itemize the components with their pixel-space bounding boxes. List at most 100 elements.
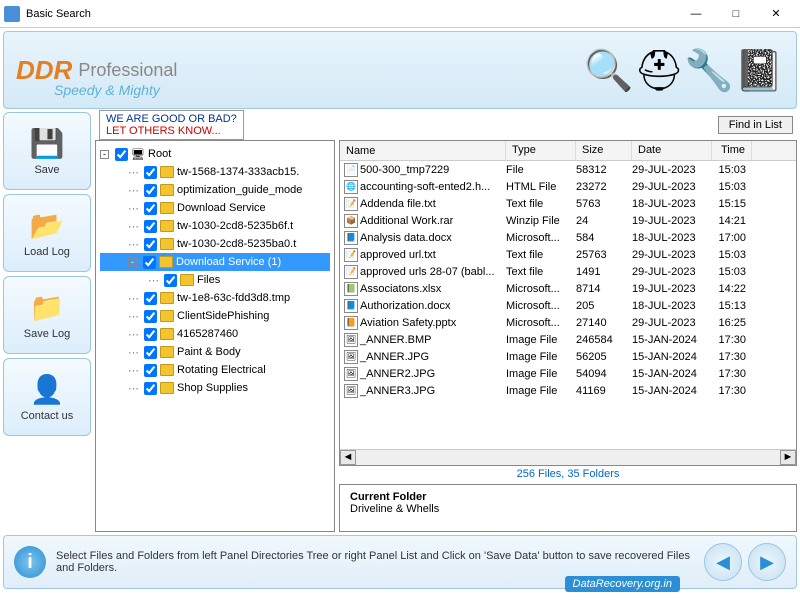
col-type[interactable]: Type	[506, 141, 576, 160]
scroll-left-icon[interactable]: ◄	[340, 450, 356, 465]
folder-icon	[160, 346, 174, 358]
file-size: 41169	[576, 385, 632, 397]
current-folder-heading: Current Folder	[350, 491, 786, 503]
feedback-banner[interactable]: WE ARE GOOD OR BAD? LET OTHERS KNOW...	[99, 110, 244, 140]
tree-item-label: Shop Supplies	[177, 382, 248, 394]
file-row[interactable]: 📙Aviation Safety.pptxMicrosoft...2714029…	[340, 314, 796, 331]
file-row[interactable]: 🖼_ANNER2.JPGImage File5409415-JAN-202417…	[340, 365, 796, 382]
tree-item[interactable]: ⋯tw-1030-2cd8-5235ba0.t	[100, 235, 330, 253]
scroll-right-icon[interactable]: ►	[780, 450, 796, 465]
col-name[interactable]: Name	[340, 141, 506, 160]
file-type: Image File	[506, 351, 576, 363]
file-icon: 🖼	[344, 384, 358, 398]
tree-checkbox[interactable]	[144, 292, 157, 305]
next-button[interactable]: ▶	[748, 543, 786, 581]
file-row[interactable]: 📝Addenda file.txtText file576318-JUL-202…	[340, 195, 796, 212]
tree-item[interactable]: ⋯tw-1568-1374-333acb15.	[100, 163, 330, 181]
file-row[interactable]: 🌐accounting-soft-ented2.h...HTML File232…	[340, 178, 796, 195]
tree-item[interactable]: ⋯tw-1030-2cd8-5235b6f.t	[100, 217, 330, 235]
file-size: 58312	[576, 164, 632, 176]
tree-line: ⋯	[128, 220, 139, 233]
file-row[interactable]: 📗Associatons.xlsxMicrosoft...871419-JUL-…	[340, 280, 796, 297]
expand-icon[interactable]: -	[100, 150, 109, 159]
tree-item[interactable]: ⋯ Rotating Electrical	[100, 361, 330, 379]
tree-checkbox[interactable]	[144, 202, 157, 215]
tree-item[interactable]: ⋯Paint & Body	[100, 343, 330, 361]
file-icon: 🖼	[344, 333, 358, 347]
tree-item[interactable]: ⋯Shop Supplies	[100, 379, 330, 397]
brand-tagline: Speedy & Mighty	[54, 82, 160, 98]
tree-item-label: tw-1030-2cd8-5235ba0.t	[177, 238, 296, 250]
col-date[interactable]: Date	[632, 141, 712, 160]
file-row[interactable]: 📦Additional Work.rarWinzip File2419-JUL-…	[340, 212, 796, 229]
file-name: _ANNER3.JPG	[360, 385, 435, 397]
file-list-body[interactable]: 📄500-300_tmp7229File5831229-JUL-202315:0…	[340, 161, 796, 449]
file-icon: 📙	[344, 316, 358, 330]
contact-icon: 👤	[30, 373, 65, 406]
file-name: 500-300_tmp7229	[360, 164, 449, 176]
tree-root[interactable]: - 🖥 Root	[100, 145, 330, 163]
tree-checkbox[interactable]	[115, 148, 128, 161]
file-type: Text file	[506, 198, 576, 210]
footer: i Select Files and Folders from left Pan…	[3, 535, 797, 589]
file-row[interactable]: 🖼_ANNER.JPGImage File5620515-JAN-202417:…	[340, 348, 796, 365]
tree-root-label: Root	[148, 148, 171, 160]
tree-line: ⋯	[128, 364, 139, 377]
contact-label: Contact us	[21, 410, 74, 422]
footer-link[interactable]: DataRecovery.org.in	[565, 576, 680, 592]
file-row[interactable]: 📘Analysis data.docxMicrosoft...58418-JUL…	[340, 229, 796, 246]
tree-checkbox[interactable]	[144, 364, 157, 377]
tree-item[interactable]: ⋯4165287460	[100, 325, 330, 343]
close-button[interactable]: ✕	[756, 2, 796, 26]
save-log-button[interactable]: 📁Save Log	[3, 276, 91, 354]
file-row[interactable]: 📄500-300_tmp7229File5831229-JUL-202315:0…	[340, 161, 796, 178]
file-icon: 📘	[344, 299, 358, 313]
info-icon: i	[14, 546, 46, 578]
tree-item[interactable]: -Download Service (1)	[100, 253, 330, 271]
minimize-button[interactable]: —	[676, 2, 716, 26]
file-name: _ANNER.JPG	[360, 351, 429, 363]
save-button[interactable]: 💾Save	[3, 112, 91, 190]
file-row[interactable]: 📝approved url.txtText file2576329-JUL-20…	[340, 246, 796, 263]
file-name: Aviation Safety.pptx	[360, 317, 456, 329]
tree-item[interactable]: ⋯Files	[100, 271, 330, 289]
tree-checkbox[interactable]	[144, 382, 157, 395]
col-size[interactable]: Size	[576, 141, 632, 160]
tree-checkbox[interactable]	[144, 166, 157, 179]
file-time: 17:00	[712, 232, 752, 244]
tree-item[interactable]: ⋯ClientSidePhishing	[100, 307, 330, 325]
maximize-button[interactable]: □	[716, 2, 756, 26]
h-scrollbar[interactable]: ◄ ►	[340, 449, 796, 465]
tree-item-label: Rotating Electrical	[177, 364, 266, 376]
file-size: 5763	[576, 198, 632, 210]
file-time: 15:15	[712, 198, 752, 210]
tree-checkbox[interactable]	[144, 220, 157, 233]
tree-checkbox[interactable]	[144, 238, 157, 251]
tree-checkbox[interactable]	[144, 184, 157, 197]
scroll-track[interactable]	[356, 450, 780, 465]
file-row[interactable]: 📘Authorization.docxMicrosoft...20518-JUL…	[340, 297, 796, 314]
tree-item[interactable]: ⋯Download Service	[100, 199, 330, 217]
file-row[interactable]: 🖼_ANNER3.JPGImage File4116915-JAN-202417…	[340, 382, 796, 399]
col-time[interactable]: Time	[712, 141, 752, 160]
tree-checkbox[interactable]	[164, 274, 177, 287]
tree-checkbox[interactable]	[143, 256, 156, 269]
current-folder-panel: Current Folder Driveline & Whells	[339, 484, 797, 532]
tree-checkbox[interactable]	[144, 328, 157, 341]
tree-item[interactable]: ⋯optimization_guide_mode	[100, 181, 330, 199]
load-log-icon: 📂	[30, 209, 65, 242]
contact-button[interactable]: 👤 Contact us	[3, 358, 91, 436]
folder-tree[interactable]: - 🖥 Root ⋯tw-1568-1374-333acb15.⋯optimiz…	[95, 140, 335, 532]
load-log-button[interactable]: 📂Load Log	[3, 194, 91, 272]
tree-item[interactable]: ⋯tw-1e8-63c-fdd3d8.tmp	[100, 289, 330, 307]
find-in-list-button[interactable]: Find in List	[718, 116, 793, 134]
file-icon: 📝	[344, 197, 358, 211]
file-name: accounting-soft-ented2.h...	[360, 181, 490, 193]
file-size: 8714	[576, 283, 632, 295]
prev-button[interactable]: ◀	[704, 543, 742, 581]
file-row[interactable]: 🖼_ANNER.BMPImage File24658415-JAN-202417…	[340, 331, 796, 348]
tree-checkbox[interactable]	[144, 310, 157, 323]
tree-checkbox[interactable]	[144, 346, 157, 359]
expand-icon[interactable]: -	[128, 258, 137, 267]
file-row[interactable]: 📝approved urls 28-07 (babl...Text file14…	[340, 263, 796, 280]
